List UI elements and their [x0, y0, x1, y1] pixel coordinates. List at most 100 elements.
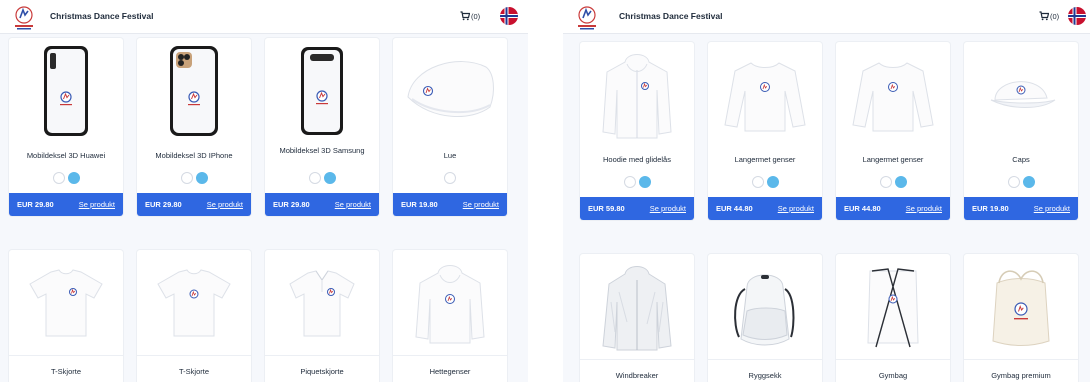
product-image[interactable]: [964, 254, 1078, 359]
color-swatch-blue[interactable]: [894, 176, 907, 188]
product-card[interactable]: Mobildeksel 3D Samsung EUR 29.80 Se prod…: [265, 38, 379, 216]
see-product-link[interactable]: Se produkt: [207, 200, 243, 209]
tshirt-icon: [29, 268, 103, 336]
product-card[interactable]: Ryggsekk: [708, 254, 822, 382]
product-image[interactable]: [137, 250, 251, 355]
product-name[interactable]: Caps: [968, 155, 1074, 164]
product-card[interactable]: Langermet genser EUR 44.80 Se produkt: [708, 42, 822, 220]
gymbag-icon: [867, 267, 919, 347]
product-card[interactable]: Hettegenser: [393, 250, 507, 382]
product-image[interactable]: [580, 254, 694, 359]
color-swatch-blue[interactable]: [638, 176, 651, 188]
see-product-link[interactable]: Se produkt: [650, 204, 686, 213]
product-name[interactable]: Mobildeksel 3D Huawei: [13, 151, 119, 160]
product-name[interactable]: T-Skjorte: [13, 367, 119, 376]
color-swatch-white[interactable]: [623, 176, 636, 188]
price-bar: EUR 29.80 Se produkt: [137, 193, 251, 216]
cart-button[interactable]: (0): [1039, 11, 1059, 21]
color-swatch-white[interactable]: [308, 172, 321, 184]
product-name[interactable]: Langermet genser: [712, 155, 818, 164]
sweater-icon: [852, 61, 934, 131]
product-image[interactable]: [9, 250, 123, 355]
color-swatch-white[interactable]: [444, 172, 456, 184]
product-card[interactable]: Mobildeksel 3D IPhone EUR 29.80 Se produ…: [137, 38, 251, 216]
product-name[interactable]: T-Skjorte: [141, 367, 247, 376]
product-name[interactable]: Mobildeksel 3D Samsung: [269, 146, 375, 155]
product-image[interactable]: [836, 42, 950, 147]
see-product-link[interactable]: Se produkt: [906, 204, 942, 213]
phone-case-iphone-icon: [170, 45, 218, 136]
color-swatch-white[interactable]: [180, 172, 193, 184]
hoodie-icon: [415, 264, 485, 343]
color-swatch-blue[interactable]: [323, 172, 336, 184]
cart-button[interactable]: (0): [460, 11, 480, 21]
color-swatch-blue[interactable]: [67, 172, 80, 184]
product-image[interactable]: [964, 42, 1078, 147]
product-card[interactable]: T-Skjorte: [137, 250, 251, 382]
product-card[interactable]: Hoodie med glidelås EUR 59.80 Se produkt: [580, 42, 694, 220]
price-bar: EUR 19.80 Se produkt: [964, 197, 1078, 220]
see-product-link[interactable]: Se produkt: [778, 204, 814, 213]
site-title[interactable]: Christmas Dance Festival: [619, 11, 722, 21]
product-image[interactable]: [265, 250, 379, 355]
product-image[interactable]: [9, 38, 123, 143]
shopping-cart-icon: [1039, 11, 1049, 21]
product-image[interactable]: [708, 254, 822, 359]
color-swatch-white[interactable]: [751, 176, 764, 188]
color-swatches: [580, 176, 694, 188]
festival-logo-icon[interactable]: [13, 6, 35, 30]
product-image[interactable]: [393, 38, 507, 143]
color-swatches: [836, 176, 950, 188]
product-name[interactable]: Piquetskjorte: [269, 367, 375, 376]
divider: [265, 355, 379, 356]
gymbag-premium-icon: [992, 269, 1050, 346]
product-name[interactable]: Gymbag premium: [968, 371, 1074, 380]
product-price: EUR 19.80: [401, 200, 438, 209]
color-swatch-blue[interactable]: [766, 176, 779, 188]
product-name[interactable]: Windbreaker: [584, 371, 690, 380]
color-swatch-white[interactable]: [879, 176, 892, 188]
price-bar: EUR 44.80 Se produkt: [836, 197, 950, 220]
product-name[interactable]: Gymbag: [840, 371, 946, 380]
product-image[interactable]: [265, 38, 379, 143]
product-image[interactable]: [708, 42, 822, 147]
product-name[interactable]: Hoodie med glidelås: [584, 155, 690, 164]
product-card[interactable]: Lue EUR 19.80 Se produkt: [393, 38, 507, 216]
see-product-link[interactable]: Se produkt: [335, 200, 371, 209]
product-card[interactable]: T-Skjorte: [9, 250, 123, 382]
color-swatch-blue[interactable]: [195, 172, 208, 184]
product-image[interactable]: [137, 38, 251, 143]
product-card[interactable]: Mobildeksel 3D Huawei EUR 29.80 Se produ…: [9, 38, 123, 216]
norway-flag-icon[interactable]: [1068, 7, 1086, 25]
color-swatches: [137, 172, 251, 184]
color-swatch-white[interactable]: [1007, 176, 1020, 188]
site-title[interactable]: Christmas Dance Festival: [50, 11, 153, 21]
festival-logo-icon[interactable]: [576, 6, 598, 30]
cap-icon: [990, 80, 1056, 108]
product-card[interactable]: Gymbag: [836, 254, 950, 382]
shopping-cart-icon: [460, 11, 470, 21]
see-product-link[interactable]: Se produkt: [463, 200, 499, 209]
product-card[interactable]: Gymbag premium: [964, 254, 1078, 382]
product-card[interactable]: Windbreaker: [580, 254, 694, 382]
divider: [708, 359, 822, 360]
product-image[interactable]: [580, 42, 694, 147]
price-bar: EUR 29.80 Se produkt: [265, 193, 379, 216]
product-name[interactable]: Langermet genser: [840, 155, 946, 164]
product-image[interactable]: [393, 250, 507, 355]
color-swatches: [393, 172, 507, 184]
product-name[interactable]: Lue: [397, 151, 503, 160]
color-swatch-white[interactable]: [52, 172, 65, 184]
product-card[interactable]: Langermet genser EUR 44.80 Se produkt: [836, 42, 950, 220]
product-name[interactable]: Ryggsekk: [712, 371, 818, 380]
see-product-link[interactable]: Se produkt: [1034, 204, 1070, 213]
product-name[interactable]: Mobildeksel 3D IPhone: [141, 151, 247, 160]
product-name[interactable]: Hettegenser: [397, 367, 503, 376]
divider: [580, 359, 694, 360]
see-product-link[interactable]: Se produkt: [79, 200, 115, 209]
product-card[interactable]: Piquetskjorte: [265, 250, 379, 382]
product-card[interactable]: Caps EUR 19.80 Se produkt: [964, 42, 1078, 220]
product-image[interactable]: [836, 254, 950, 359]
norway-flag-icon[interactable]: [500, 7, 518, 25]
color-swatch-blue[interactable]: [1022, 176, 1035, 188]
